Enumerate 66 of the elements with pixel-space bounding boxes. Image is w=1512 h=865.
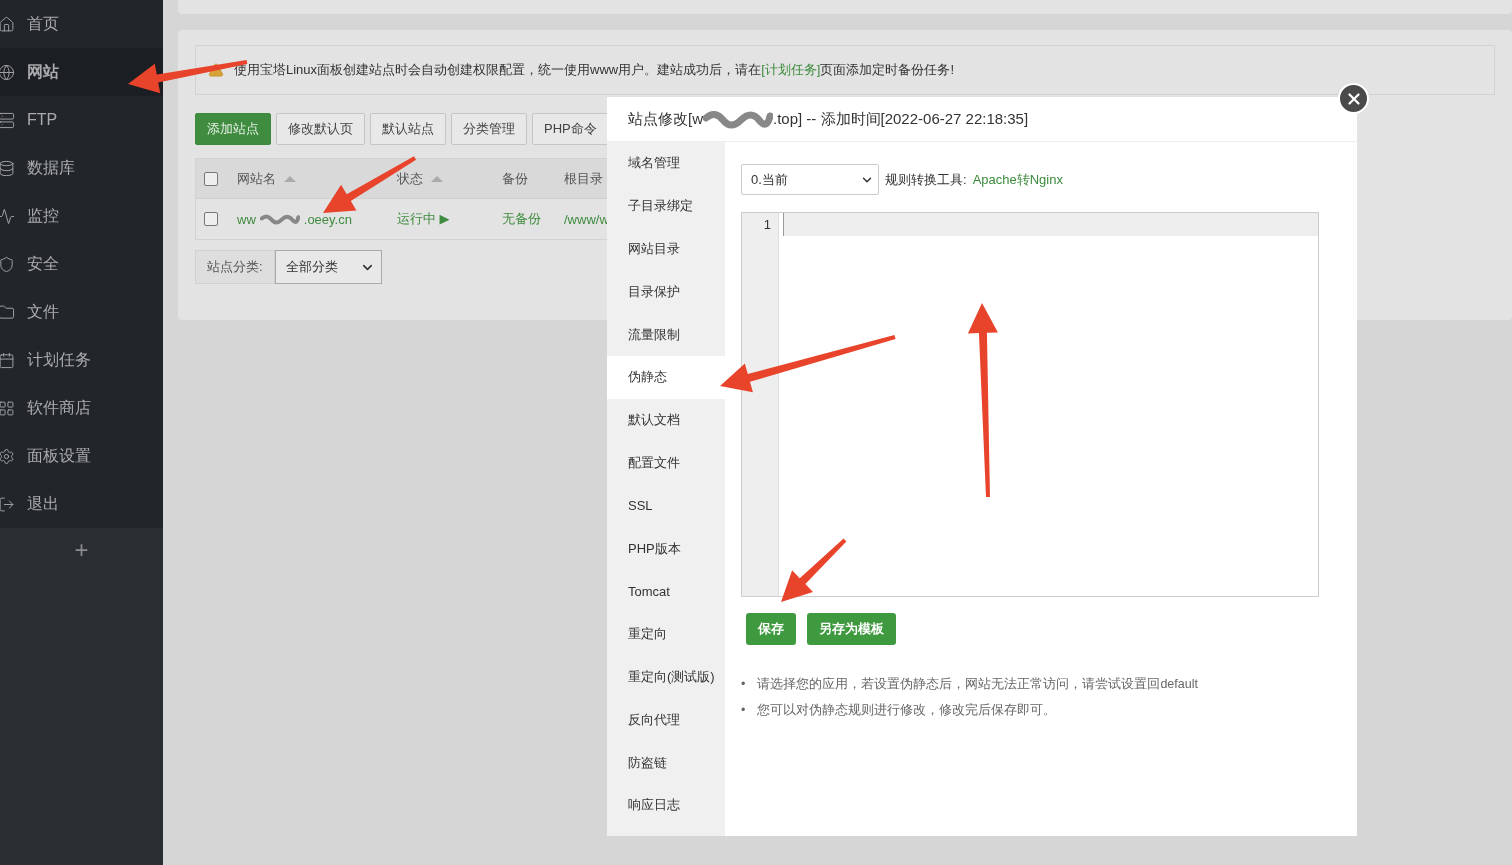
sidebar-item[interactable]: 数据库	[0, 144, 163, 192]
sidebar-item[interactable]: 网站	[0, 48, 163, 96]
rule-select[interactable]: 0.当前	[741, 164, 879, 195]
nav-item[interactable]: 响应日志	[607, 783, 725, 827]
shield-icon	[0, 255, 15, 273]
line-number: 1	[762, 216, 772, 234]
sidebar-item[interactable]: 文件	[0, 288, 163, 336]
nav-item[interactable]: 网站目录	[607, 227, 725, 271]
notice-text: 使用宝塔Linux面板创建站点时会自动创建权限配置，统一使用www用户。建站成功后，请在[计划任务]页面添加定时备份任务!	[234, 61, 955, 79]
server-icon	[0, 111, 15, 129]
toolbar-button[interactable]: 添加站点	[195, 113, 271, 145]
nav-item[interactable]: SSL	[607, 484, 725, 528]
nav-item[interactable]: Tomcat	[607, 569, 725, 613]
nav-item[interactable]: 伪静态	[607, 356, 725, 399]
sidebar-item[interactable]: 退出	[0, 480, 163, 528]
sidebar-item[interactable]: 监控	[0, 192, 163, 240]
checkbox[interactable]	[204, 171, 218, 186]
dialog-title: .top] -- 添加时间[2022-06-27 22:18:35]	[773, 109, 1029, 129]
save-template-button[interactable]: 另存为模板	[807, 613, 896, 645]
nav-item[interactable]: 反向代理	[607, 698, 725, 742]
sidebar-item[interactable]: 面板设置	[0, 432, 163, 480]
toolbar-button[interactable]: 修改默认页	[276, 113, 365, 145]
column-header: 状态	[397, 169, 423, 188]
nav-item[interactable]: 目录保护	[607, 270, 725, 314]
folder-icon	[0, 303, 15, 321]
sidebar-item[interactable]: 计划任务	[0, 336, 163, 384]
nav-item[interactable]: 重定向	[607, 612, 725, 656]
tool-label: 规则转换工具:	[885, 170, 967, 189]
settings-icon	[0, 447, 15, 465]
sidebar-item[interactable]: 软件商店	[0, 384, 163, 432]
nav-item[interactable]: 子目录绑定	[607, 184, 725, 228]
bullet: •	[741, 676, 746, 693]
save-button[interactable]: 保存	[746, 613, 796, 645]
column-header: 备份	[502, 169, 528, 188]
tip-text: 您可以对伪静态规则进行修改，修改完后保存即可。	[757, 702, 1057, 719]
grid-icon	[0, 399, 15, 417]
nav-item[interactable]: 配置文件	[607, 441, 725, 485]
filter-label: 站点分类:	[195, 250, 275, 284]
column-header: 网站名	[237, 169, 276, 188]
toolbar-button[interactable]: 默认站点	[370, 113, 446, 145]
convert-link[interactable]: Apache转Nginx	[972, 170, 1063, 189]
checkbox[interactable]	[204, 212, 218, 226]
nav-item[interactable]: 默认文档	[607, 398, 725, 442]
sidebar-item[interactable]: 安全	[0, 240, 163, 288]
home-icon	[0, 15, 15, 33]
nav-item[interactable]: 流量限制	[607, 313, 725, 356]
calendar-icon	[0, 351, 15, 369]
sidebar-item[interactable]: FTP	[0, 96, 163, 144]
sidebar-item[interactable]: 首页	[0, 0, 163, 48]
code-editor[interactable]: 1	[741, 212, 1319, 597]
nav-item[interactable]: 重定向(测试版)	[607, 655, 725, 699]
bullet: •	[741, 702, 746, 719]
chart-icon	[0, 207, 15, 225]
nav-item[interactable]: PHP版本	[607, 527, 725, 570]
category-select[interactable]: 全部分类	[274, 250, 382, 284]
nav-item[interactable]: 防盗链	[607, 741, 725, 784]
annotation-arrow	[781, 538, 847, 602]
globe-icon	[0, 63, 15, 81]
tip-text: 请选择您的应用，若设置伪静态后，网站无法正常访问，请尝试设置回default	[757, 676, 1198, 693]
redaction-scribble	[703, 108, 773, 130]
nav-item[interactable]: 域名管理	[607, 142, 725, 185]
column-header: 根目录	[564, 169, 603, 188]
logout-icon	[0, 495, 15, 513]
toolbar-button[interactable]: 分类管理	[451, 113, 527, 145]
database-icon	[0, 159, 15, 177]
add-button[interactable]: +	[74, 536, 89, 564]
